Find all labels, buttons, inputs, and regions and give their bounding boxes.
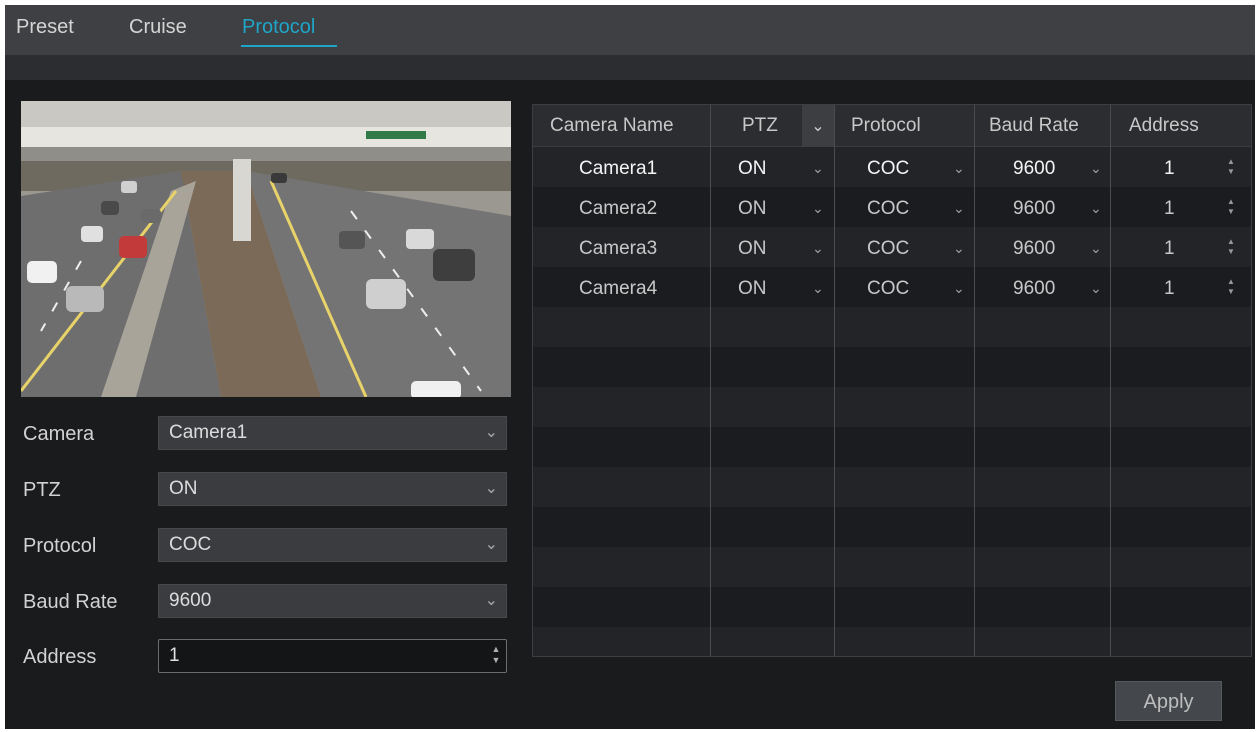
spinner-arrows-icon[interactable]: ▲ ▼ xyxy=(491,644,501,668)
active-tab-indicator xyxy=(241,45,337,47)
baud-rate-label: Baud Rate xyxy=(23,591,118,613)
cell-protocol[interactable]: COC xyxy=(867,158,909,180)
tab-cruise[interactable]: Cruise xyxy=(129,16,187,39)
chevron-down-icon[interactable]: ⌄ xyxy=(1090,240,1102,257)
spinner-arrows-icon[interactable]: ▲ ▼ xyxy=(1226,237,1236,257)
cell-camera-name: Camera4 xyxy=(579,278,658,299)
tab-protocol[interactable]: Protocol xyxy=(242,16,315,39)
table-header: Camera Name PTZ ⌄ Protocol Baud Rate Add… xyxy=(533,105,1251,147)
baud-rate-select[interactable]: 9600 ⌄ xyxy=(158,584,507,618)
chevron-down-icon[interactable]: ⌄ xyxy=(953,200,965,217)
cell-camera-name: Camera1 xyxy=(579,158,658,179)
camera-protocol-table: Camera Name PTZ ⌄ Protocol Baud Rate Add… xyxy=(532,104,1252,657)
cell-protocol[interactable]: COC xyxy=(867,278,909,300)
chevron-down-icon: ⌄ xyxy=(484,592,498,609)
cell-address[interactable]: 1 xyxy=(1164,198,1175,220)
chevron-down-icon[interactable]: ⌄ xyxy=(812,160,824,177)
chevron-down-icon[interactable]: ⌄ xyxy=(812,200,824,217)
address-label: Address xyxy=(23,646,97,668)
camera-select-value: Camera1 xyxy=(169,422,248,443)
cell-ptz[interactable]: ON xyxy=(738,278,767,300)
camera-preview-image xyxy=(21,101,511,397)
ptz-select-value: ON xyxy=(169,478,198,499)
cell-ptz[interactable]: ON xyxy=(738,198,767,220)
cell-protocol[interactable]: COC xyxy=(867,238,909,260)
spinner-arrows-icon[interactable]: ▲ ▼ xyxy=(1226,277,1236,297)
column-header-camera-name[interactable]: Camera Name xyxy=(550,115,674,137)
chevron-down-icon[interactable]: ⌄ xyxy=(1090,200,1102,217)
chevron-down-icon: ⌄ xyxy=(484,480,498,497)
chevron-down-icon[interactable]: ⌄ xyxy=(1090,160,1102,177)
address-stepper[interactable]: 1 ▲ ▼ xyxy=(158,639,507,673)
camera-label: Camera xyxy=(23,423,95,445)
tab-preset[interactable]: Preset xyxy=(16,16,74,39)
cell-baud-rate[interactable]: 9600 xyxy=(1013,158,1055,180)
chevron-down-icon[interactable]: ⌄ xyxy=(953,280,965,297)
cell-ptz[interactable]: ON xyxy=(738,158,767,180)
chevron-down-icon[interactable]: ⌄ xyxy=(812,240,824,257)
column-header-address[interactable]: Address xyxy=(1129,115,1199,137)
ptz-label: PTZ xyxy=(23,479,61,501)
cell-baud-rate[interactable]: 9600 xyxy=(1013,238,1055,260)
chevron-down-icon[interactable]: ⌄ xyxy=(812,280,824,297)
spinner-arrows-icon[interactable]: ▲ ▼ xyxy=(1226,197,1236,217)
baud-rate-select-value: 9600 xyxy=(169,590,212,611)
apply-button[interactable]: Apply xyxy=(1115,681,1222,721)
cell-protocol[interactable]: COC xyxy=(867,198,909,220)
protocol-select[interactable]: COC ⌄ xyxy=(158,528,507,562)
protocol-label: Protocol xyxy=(23,535,97,557)
spinner-arrows-icon[interactable]: ▲ ▼ xyxy=(1226,157,1236,177)
cell-ptz[interactable]: ON xyxy=(738,238,767,260)
cell-address[interactable]: 1 xyxy=(1164,158,1175,180)
chevron-down-icon[interactable]: ⌄ xyxy=(1090,280,1102,297)
address-stepper-value: 1 xyxy=(169,645,180,666)
chevron-down-icon[interactable]: ⌄ xyxy=(953,160,965,177)
column-header-ptz[interactable]: PTZ xyxy=(742,115,778,137)
cell-camera-name: Camera2 xyxy=(579,198,658,219)
protocol-select-value: COC xyxy=(169,534,212,555)
column-header-baud-rate[interactable]: Baud Rate xyxy=(989,115,1079,137)
chevron-down-icon: ⌄ xyxy=(484,536,498,553)
ptz-settings-window: Preset Cruise Protocol Camera Camera1 ⌄ … xyxy=(5,5,1255,729)
chevron-down-icon[interactable]: ⌄ xyxy=(802,105,834,147)
column-header-protocol[interactable]: Protocol xyxy=(851,115,921,137)
tab-bar: Preset Cruise Protocol xyxy=(5,5,1255,55)
cell-camera-name: Camera3 xyxy=(579,238,658,259)
cell-baud-rate[interactable]: 9600 xyxy=(1013,198,1055,220)
chevron-down-icon: ⌄ xyxy=(484,424,498,441)
sub-header-bar xyxy=(5,55,1255,80)
chevron-down-icon[interactable]: ⌄ xyxy=(953,240,965,257)
cell-address[interactable]: 1 xyxy=(1164,278,1175,300)
camera-select[interactable]: Camera1 ⌄ xyxy=(158,416,507,450)
cell-baud-rate[interactable]: 9600 xyxy=(1013,278,1055,300)
camera-preview xyxy=(21,101,511,397)
cell-address[interactable]: 1 xyxy=(1164,238,1175,260)
ptz-select[interactable]: ON ⌄ xyxy=(158,472,507,506)
